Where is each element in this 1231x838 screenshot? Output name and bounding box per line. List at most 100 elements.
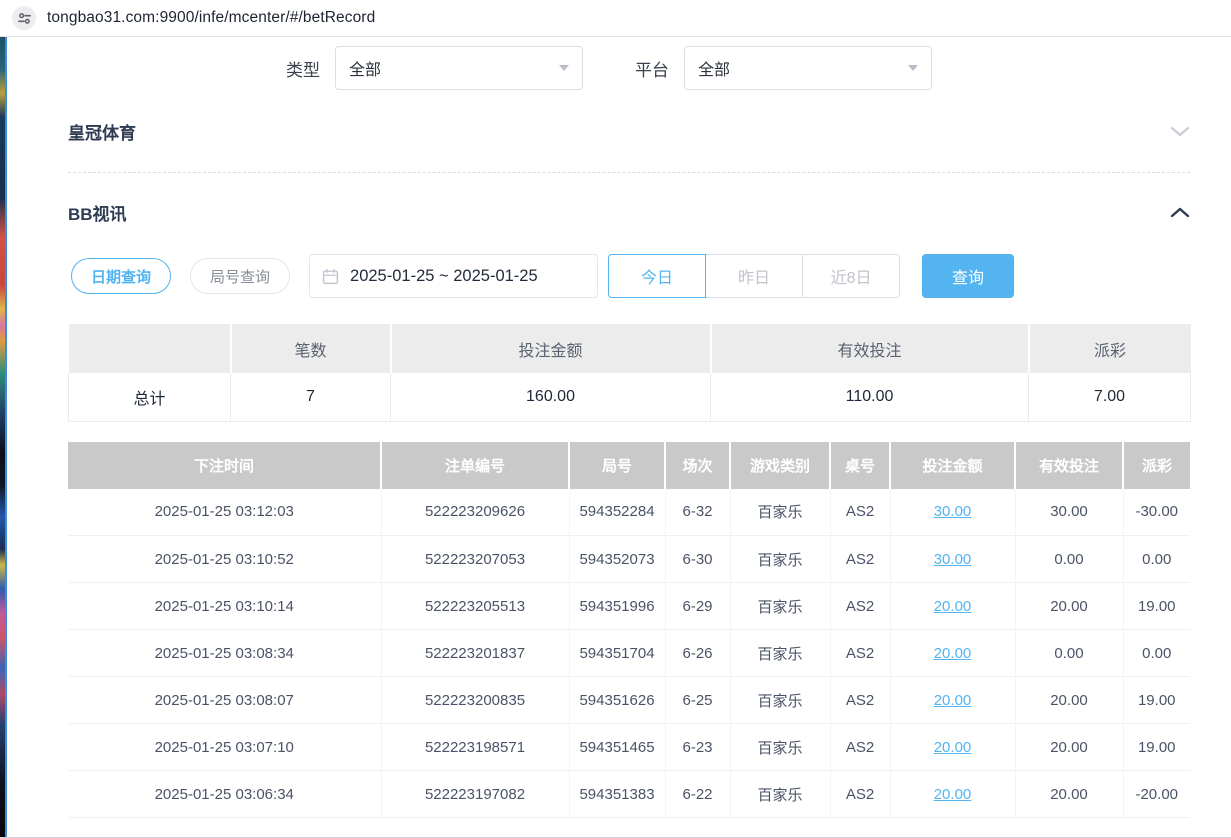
- col-header-desk: 桌号: [830, 442, 890, 489]
- table-row: 2025-01-25 03:07:10 522223198571 5943514…: [68, 724, 1190, 771]
- yesterday-button[interactable]: 昨日: [705, 254, 803, 298]
- section-title: BB视讯: [68, 200, 127, 225]
- date-query-tab[interactable]: 日期查询: [71, 258, 171, 294]
- table-row: 2025-01-25 03:10:14 522223205513 5943519…: [68, 583, 1190, 630]
- cell-time: 2025-01-25 03:08:07: [68, 677, 381, 724]
- cell-session: 6-32: [665, 489, 730, 536]
- search-button[interactable]: 查询: [922, 254, 1014, 298]
- cell-time: 2025-01-25 03:06:34: [68, 771, 381, 818]
- cell-payout: -30.00: [1123, 489, 1190, 536]
- chevron-down-icon[interactable]: [1170, 126, 1190, 137]
- cell-order: 522223209626: [381, 489, 569, 536]
- table-row: 2025-01-25 03:08:07 522223200835 5943516…: [68, 677, 1190, 724]
- desktop-edge-strip: [0, 37, 7, 837]
- section-title: 皇冠体育: [68, 119, 136, 144]
- cell-payout: 0.00: [1123, 630, 1190, 677]
- filter-row: 类型 全部 平台 全部: [48, 46, 1170, 90]
- cell-game: 百家乐: [730, 724, 830, 771]
- bet-amount-link[interactable]: 20.00: [934, 598, 972, 615]
- summary-header-row: 笔数 投注金额 有效投注 派彩: [69, 324, 1191, 373]
- section-crown-sports[interactable]: 皇冠体育: [68, 111, 1190, 151]
- summary-total-label: 总计: [69, 373, 231, 421]
- cell-payout: 0.00: [1123, 536, 1190, 583]
- cell-game: 百家乐: [730, 677, 830, 724]
- bet-record-page: 类型 全部 平台 全部 皇冠体育 BB视讯 日期查询 局号查询: [9, 37, 1231, 838]
- cell-payout: 19.00: [1123, 677, 1190, 724]
- bet-amount-link[interactable]: 20.00: [934, 786, 972, 803]
- today-button[interactable]: 今日: [608, 254, 706, 298]
- cell-bet: 20.00: [890, 771, 1015, 818]
- cell-round: 594351704: [569, 630, 665, 677]
- cell-time: 2025-01-25 03:08:34: [68, 630, 381, 677]
- summary-header-bet: 投注金额: [391, 324, 711, 373]
- cell-round: 594351626: [569, 677, 665, 724]
- section-bb-live[interactable]: BB视讯: [68, 192, 1190, 232]
- cell-valid: 30.00: [1015, 489, 1123, 536]
- cell-valid: 20.00: [1015, 583, 1123, 630]
- summary-count-value: 7: [231, 373, 391, 421]
- cell-time: 2025-01-25 03:10:52: [68, 536, 381, 583]
- cell-session: 6-30: [665, 536, 730, 583]
- cell-valid: 20.00: [1015, 677, 1123, 724]
- cell-valid: 0.00: [1015, 630, 1123, 677]
- browser-address-bar: tongbao31.com:9900/infe/mcenter/#/betRec…: [0, 0, 1231, 37]
- cell-bet: 20.00: [890, 677, 1015, 724]
- col-header-bet: 投注金额: [890, 442, 1015, 489]
- date-range-picker[interactable]: 2025-01-25 ~ 2025-01-25: [309, 254, 598, 298]
- calendar-icon: [322, 268, 339, 285]
- section-divider: [68, 172, 1190, 173]
- cell-payout: 19.00: [1123, 583, 1190, 630]
- cell-bet: 20.00: [890, 630, 1015, 677]
- cell-desk: AS2: [830, 583, 890, 630]
- bet-amount-link[interactable]: 20.00: [934, 692, 972, 709]
- site-settings-icon[interactable]: [12, 6, 36, 30]
- summary-header-empty: [69, 324, 231, 373]
- cell-session: 6-22: [665, 771, 730, 818]
- summary-header-valid: 有效投注: [711, 324, 1029, 373]
- bet-amount-link[interactable]: 20.00: [934, 645, 972, 662]
- cell-order: 522223205513: [381, 583, 569, 630]
- type-filter: 类型 全部: [286, 46, 583, 90]
- tune-icon: [17, 11, 32, 26]
- cell-bet: 30.00: [890, 489, 1015, 536]
- cell-game: 百家乐: [730, 536, 830, 583]
- cell-game: 百家乐: [730, 771, 830, 818]
- cell-order: 522223201837: [381, 630, 569, 677]
- col-header-payout: 派彩: [1123, 442, 1190, 489]
- cell-valid: 20.00: [1015, 771, 1123, 818]
- cell-session: 6-25: [665, 677, 730, 724]
- cell-round: 594352073: [569, 536, 665, 583]
- col-header-order: 注单编号: [381, 442, 569, 489]
- table-row: 2025-01-25 03:06:34 522223197082 5943513…: [68, 771, 1190, 818]
- type-select[interactable]: 全部: [335, 46, 583, 90]
- cell-payout: -20.00: [1123, 771, 1190, 818]
- quick-date-group: 今日 昨日 近8日: [608, 254, 900, 298]
- summary-total-row: 总计 7 160.00 110.00 7.00: [69, 373, 1191, 421]
- col-header-game: 游戏类别: [730, 442, 830, 489]
- cell-order: 522223198571: [381, 724, 569, 771]
- platform-select[interactable]: 全部: [684, 46, 932, 90]
- cell-valid: 20.00: [1015, 724, 1123, 771]
- table-row: 2025-01-25 03:12:03 522223209626 5943522…: [68, 489, 1190, 536]
- bet-amount-link[interactable]: 20.00: [934, 739, 972, 756]
- cell-round: 594351996: [569, 583, 665, 630]
- caret-down-icon: [559, 65, 569, 71]
- col-header-time: 下注时间: [68, 442, 381, 489]
- platform-filter-label: 平台: [635, 56, 669, 81]
- chevron-up-icon[interactable]: [1170, 207, 1190, 218]
- detail-header-row: 下注时间 注单编号 局号 场次 游戏类别 桌号 投注金额 有效投注 派彩: [68, 442, 1190, 489]
- last8days-button[interactable]: 近8日: [802, 254, 900, 298]
- cell-order: 522223207053: [381, 536, 569, 583]
- cell-time: 2025-01-25 03:07:10: [68, 724, 381, 771]
- url-omnibox[interactable]: tongbao31.com:9900/infe/mcenter/#/betRec…: [47, 9, 375, 27]
- bet-amount-link[interactable]: 30.00: [934, 551, 972, 568]
- cell-round: 594351383: [569, 771, 665, 818]
- bet-amount-link[interactable]: 30.00: [934, 503, 972, 520]
- round-query-tab[interactable]: 局号查询: [190, 258, 290, 294]
- cell-order: 522223200835: [381, 677, 569, 724]
- date-range-value: 2025-01-25 ~ 2025-01-25: [350, 267, 538, 286]
- cell-session: 6-29: [665, 583, 730, 630]
- table-row: 2025-01-25 03:10:52 522223207053 5943520…: [68, 536, 1190, 583]
- summary-bet-value: 160.00: [391, 373, 711, 421]
- table-row: 2025-01-25 03:08:34 522223201837 5943517…: [68, 630, 1190, 677]
